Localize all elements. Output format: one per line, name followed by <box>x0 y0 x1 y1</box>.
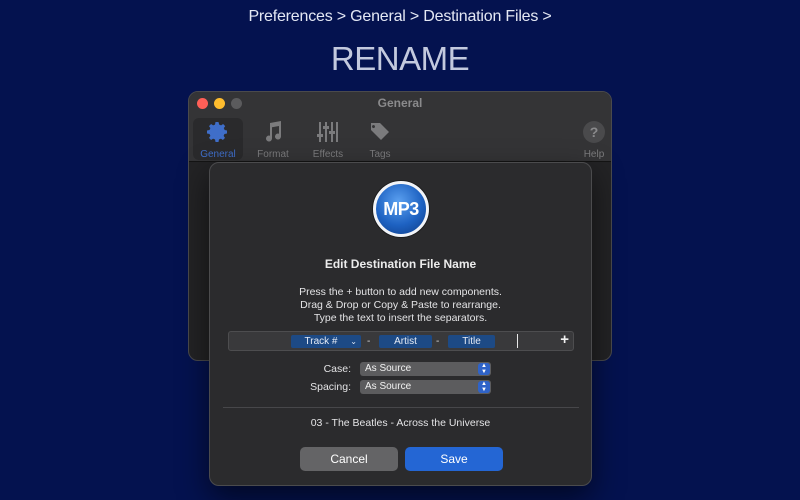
window-title: General <box>377 96 423 110</box>
updown-arrows-icon: ▲ ▼ <box>478 363 490 375</box>
svg-text:?: ? <box>590 124 599 140</box>
gear-icon <box>193 118 243 146</box>
cancel-button[interactable]: Cancel <box>300 447 398 471</box>
page-headline: RENAME <box>330 40 470 77</box>
filename-preview: 03 - The Beatles - Across the Universe <box>310 417 491 429</box>
breadcrumb: Preferences > General > Destination File… <box>248 8 552 25</box>
instruction-line: Press the + button to add new components… <box>299 286 502 298</box>
separator-text: - <box>436 336 440 347</box>
spacing-label: Spacing: <box>310 381 351 393</box>
token-label: Track # <box>304 336 338 347</box>
instruction-line: Type the text to insert the separators. <box>313 312 488 324</box>
toolbar-label: Format <box>257 149 289 160</box>
help-icon: ? <box>569 118 611 146</box>
updown-arrows-icon: ▲ ▼ <box>478 381 490 393</box>
filename-token-field[interactable]: Track # ⌄ - Artist - Title + <box>228 331 574 351</box>
toolbar-effects[interactable]: Effects <box>303 118 353 160</box>
tag-icon <box>355 118 405 146</box>
case-select[interactable]: As Source ▲ ▼ <box>360 362 491 376</box>
separator-text: - <box>367 336 371 347</box>
toolbar-label: Effects <box>312 149 344 160</box>
toolbar-tags[interactable]: Tags <box>355 118 405 160</box>
save-button[interactable]: Save <box>405 447 503 471</box>
token-title[interactable]: Title <box>448 335 495 348</box>
text-caret <box>517 334 518 348</box>
toolbar-label: General <box>200 149 236 160</box>
case-label: Case: <box>323 363 351 375</box>
instruction-line: Drag & Drop or Copy & Paste to rearrange… <box>300 299 501 311</box>
toolbar-label: Tags <box>369 149 391 160</box>
dialog-title: Edit Destination File Name <box>324 257 477 271</box>
sliders-icon <box>303 118 353 146</box>
toolbar-format[interactable]: Format <box>248 118 298 160</box>
music-note-icon <box>248 118 298 146</box>
token-artist[interactable]: Artist <box>379 335 432 348</box>
rename-sheet: MP3 Edit Destination File Name Press the… <box>209 162 592 486</box>
divider <box>223 407 579 408</box>
spacing-select[interactable]: As Source ▲ ▼ <box>360 380 491 394</box>
spacing-value: As Source <box>365 381 412 392</box>
add-component-button[interactable]: + <box>560 331 569 348</box>
token-track-number[interactable]: Track # ⌄ <box>291 335 361 348</box>
chevron-down-icon[interactable]: ⌄ <box>350 335 357 348</box>
window-titlebar: General General Format Effects Tags ? He… <box>189 92 611 162</box>
toolbar-help[interactable]: ? Help <box>569 118 611 160</box>
toolbar-label: Help <box>583 149 605 160</box>
case-value: As Source <box>365 363 412 374</box>
toolbar-general[interactable]: General <box>193 118 243 160</box>
mp3-logo: MP3 <box>373 181 429 237</box>
